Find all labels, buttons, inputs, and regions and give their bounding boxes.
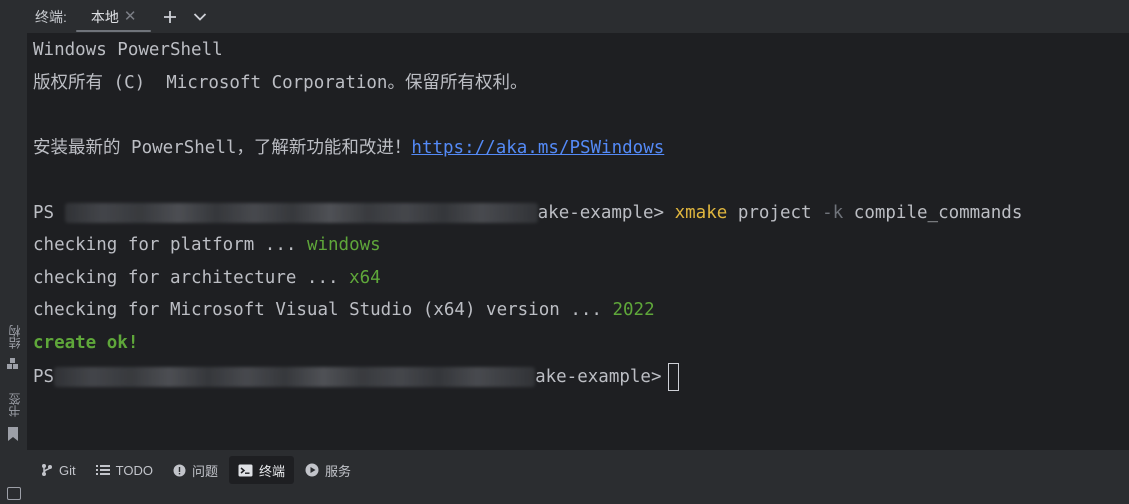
layout-toggle-icon[interactable] (7, 487, 21, 500)
tool-window-title: 终端: (35, 8, 67, 25)
output-line: checking for Microsoft Visual Studio (x6… (33, 298, 655, 322)
sidebar-item-bookmarks[interactable]: 书签 (6, 393, 23, 417)
tool-services[interactable]: 服务 (296, 456, 360, 484)
bookmark-icon (7, 427, 19, 446)
terminal-output[interactable]: Windows PowerShell 版权所有 (C) Microsoft Co… (27, 33, 1129, 450)
command-name: xmake (674, 203, 728, 223)
bottom-tool-bar: Git TODO 问题 终端 服务 (27, 450, 1129, 490)
tool-problems[interactable]: 问题 (164, 456, 227, 484)
git-branch-icon (41, 463, 53, 477)
tool-label: TODO (115, 462, 153, 478)
install-message: 安装最新的 PowerShell，了解新功能和改进！ (33, 138, 412, 158)
powershell-link[interactable]: https://aka.ms/PSWindows (411, 138, 664, 158)
chevron-down-icon (194, 12, 207, 21)
tool-label: Git (59, 462, 76, 478)
tool-terminal[interactable]: 终端 (228, 456, 294, 484)
output-line: Windows PowerShell (33, 40, 223, 60)
structure-icon (7, 357, 19, 375)
check-label: checking for Microsoft Visual Studio (x6… (33, 300, 613, 320)
redacted-path (54, 367, 536, 387)
check-label: checking for architecture ... (33, 268, 350, 288)
warning-circle-icon (173, 464, 186, 477)
tool-label: 问题 (191, 463, 218, 479)
tool-git[interactable]: Git (32, 456, 85, 484)
redacted-path (64, 203, 538, 223)
prompt-line: PS ake-example> xmake project -k compile… (33, 201, 1022, 225)
left-tool-strip: 结构 书签 (0, 33, 27, 504)
check-value: 2022 (612, 300, 655, 320)
plus-icon (164, 10, 177, 23)
command-arg: project (737, 203, 812, 223)
command-arg: compile_commands (853, 203, 1023, 223)
close-icon[interactable]: ✕ (124, 9, 137, 24)
check-value: windows (306, 235, 381, 255)
add-tab-button[interactable] (161, 8, 179, 26)
output-line: checking for platform ... windows (33, 233, 381, 257)
output-line: 版权所有 (C) Microsoft Corporation。保留所有权利。 (33, 73, 528, 93)
tab-dropdown-button[interactable] (191, 8, 209, 26)
tool-label: 服务 (324, 463, 351, 479)
tool-label: 终端 (258, 463, 285, 479)
prompt-path: ake-example> (537, 203, 665, 223)
prompt-ps: PS (33, 203, 55, 223)
success-line: create ok! (33, 333, 139, 353)
tool-todo[interactable]: TODO (87, 456, 162, 484)
list-icon (95, 464, 110, 476)
tab-label: 本地 (90, 8, 119, 25)
check-value: x64 (349, 268, 381, 288)
output-line: 安装最新的 PowerShell，了解新功能和改进！https://aka.ms… (33, 136, 664, 160)
command-flag: -k (822, 203, 844, 223)
play-circle-icon (305, 463, 319, 477)
prompt-line: PS ake-example> (33, 363, 679, 391)
terminal-icon (238, 464, 253, 477)
output-line: checking for architecture ... x64 (33, 266, 381, 290)
check-label: checking for platform ... (33, 235, 307, 255)
prompt-ps: PS (33, 367, 55, 387)
tab-local[interactable]: 本地 ✕ (75, 0, 152, 33)
sidebar-item-structure[interactable]: 结构 (6, 325, 23, 349)
terminal-tool-header: 终端: 本地 ✕ (0, 0, 1129, 33)
prompt-path: ake-example> (535, 367, 662, 387)
terminal-cursor (667, 363, 679, 391)
